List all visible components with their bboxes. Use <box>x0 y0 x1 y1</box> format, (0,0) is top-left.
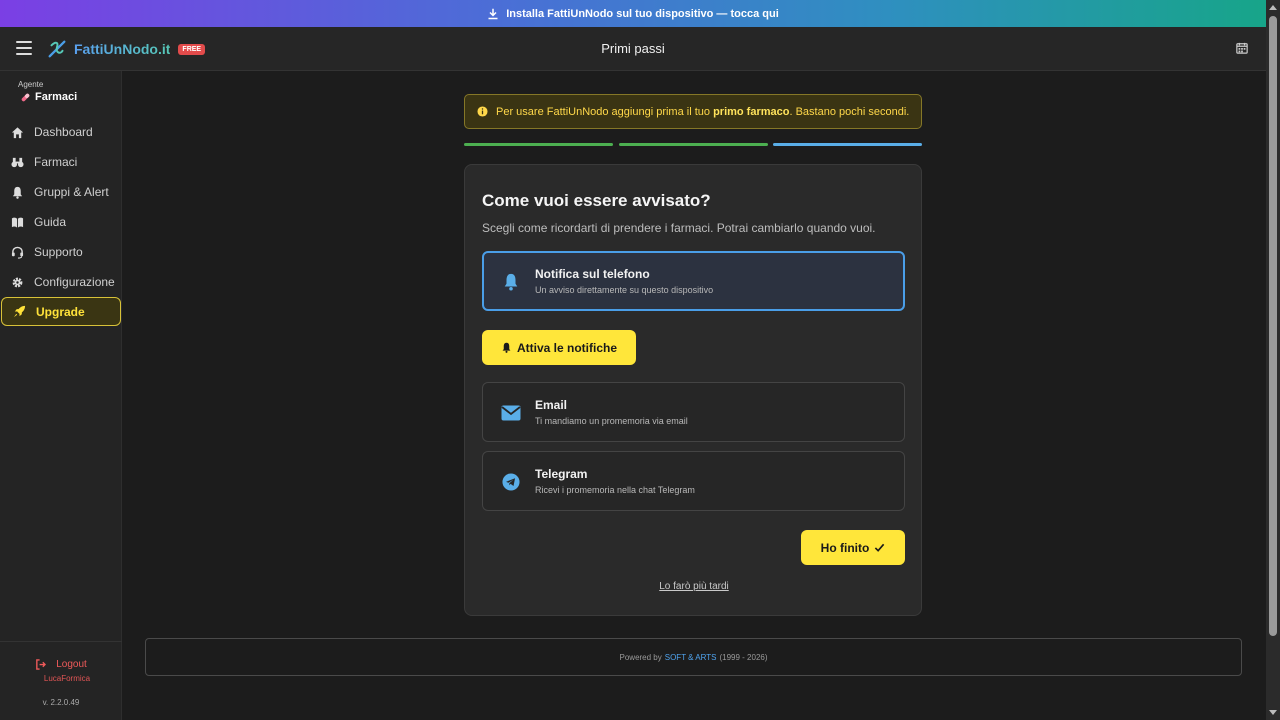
sidebar-item-label: Gruppi & Alert <box>34 185 109 199</box>
logo[interactable]: FattiUnNodo.it FREE <box>46 38 206 60</box>
app-version: v. 2.2.0.49 <box>42 698 80 707</box>
sidebar-item-label: Configurazione <box>34 275 115 289</box>
enable-notifications-label: Attiva le notifiche <box>516 340 617 355</box>
alert-text-bold: primo farmaco <box>713 105 790 118</box>
install-banner-text: Installa FattiUnNodo sul tuo dispositivo… <box>506 7 779 20</box>
top-bar: FattiUnNodo.it FREE Primi passi <box>0 27 1266 71</box>
sidebar-item-label: Farmaci <box>34 155 78 169</box>
footer-years: (1999 - 2026) <box>719 652 768 662</box>
sidebar-nav: Dashboard Farmaci Gruppi & Alert Guida S… <box>0 117 122 326</box>
progress-step <box>618 143 768 146</box>
book-icon <box>11 217 24 228</box>
bell-icon <box>504 273 518 291</box>
option-description: Ti mandiamo un promemoria via email <box>535 416 688 426</box>
option-description: Un avviso direttamente su questo disposi… <box>535 285 714 295</box>
info-icon <box>477 106 488 117</box>
pill-icon <box>21 93 30 101</box>
hamburger-line <box>16 47 32 49</box>
logout-button[interactable]: Logout <box>0 659 122 670</box>
sidebar-item-supporto[interactable]: Supporto <box>0 237 122 267</box>
agent-label: Agente <box>18 80 44 89</box>
scroll-up-icon[interactable] <box>1269 5 1277 10</box>
sidebar: Agente Farmaci Dashboard Farmaci Gruppi … <box>0 71 122 720</box>
done-label: Ho finito <box>820 540 870 555</box>
install-banner[interactable]: Installa FattiUnNodo sul tuo dispositivo… <box>0 0 1266 27</box>
option-title: Telegram <box>535 467 588 481</box>
footer-brand-link[interactable]: SOFT & ARTS <box>665 653 717 662</box>
menu-toggle-button[interactable] <box>16 41 32 55</box>
sidebar-item-configurazione[interactable]: Configurazione <box>0 267 122 297</box>
plan-badge: FREE <box>178 43 206 55</box>
hamburger-icon <box>16 41 32 43</box>
bell-icon <box>12 186 23 199</box>
option-description: Ricevi i promemoria nella chat Telegram <box>535 485 695 495</box>
logout-label: Logout <box>56 659 87 670</box>
sidebar-item-upgrade[interactable]: Upgrade <box>1 297 121 326</box>
card-subtitle: Scegli come ricordarti di prendere i far… <box>482 221 876 235</box>
username: LucaFormica <box>43 674 91 683</box>
scroll-thumb[interactable] <box>1269 16 1277 636</box>
knot-logo-icon <box>48 40 66 58</box>
page-footer: Powered by SOFT & ARTS (1999 - 2026) <box>145 638 1242 676</box>
page-scrollbar[interactable] <box>1266 0 1280 720</box>
progress-step <box>464 143 613 146</box>
gear-icon <box>12 277 23 287</box>
telegram-icon <box>502 473 520 491</box>
progress-step <box>773 143 922 146</box>
logo-text: FattiUnNodo.it <box>74 41 171 57</box>
alert-text-before: Per usare FattiUnNodo aggiungi prima il … <box>496 105 714 118</box>
sidebar-item-label: Dashboard <box>34 125 93 139</box>
sidebar-item-label: Supporto <box>34 245 83 259</box>
sidebar-item-guida[interactable]: Guida <box>0 207 122 237</box>
binoculars-icon <box>11 157 24 167</box>
alert-text: Per usare FattiUnNodo aggiungi prima il … <box>496 106 909 118</box>
rocket-icon <box>13 305 26 318</box>
bell-icon <box>502 342 511 353</box>
sidebar-item-dashboard[interactable]: Dashboard <box>0 117 122 147</box>
option-telegram[interactable]: Telegram Ricevi i promemoria nella chat … <box>482 451 905 511</box>
card-title: Come vuoi essere avvisato? <box>482 191 711 210</box>
agent-selector[interactable]: Farmaci <box>20 91 77 103</box>
option-title: Email <box>535 398 568 412</box>
sidebar-item-farmaci[interactable]: Farmaci <box>0 147 122 177</box>
sidebar-item-label: Upgrade <box>36 304 85 319</box>
option-phone-notification[interactable]: Notifica sul telefono Un avviso direttam… <box>482 251 905 311</box>
headset-icon <box>11 246 24 259</box>
done-button[interactable]: Ho finito <box>801 530 905 565</box>
alert-text-after: . Bastano pochi secondi. <box>789 105 910 118</box>
option-email[interactable]: Email Ti mandiamo un promemoria via emai… <box>482 382 905 442</box>
enable-notifications-button[interactable]: Attiva le notifiche <box>482 330 636 365</box>
home-icon <box>11 126 24 138</box>
download-icon <box>488 8 498 19</box>
check-icon <box>875 543 885 552</box>
calendar-icon[interactable] <box>1236 42 1248 54</box>
hamburger-line <box>16 53 32 55</box>
scroll-down-icon[interactable] <box>1269 710 1277 715</box>
footer-prefix: Powered by <box>619 652 662 662</box>
agent-name: Farmaci <box>35 91 78 103</box>
option-title: Notifica sul telefono <box>535 267 650 281</box>
envelope-icon <box>501 405 521 421</box>
logout-icon <box>36 659 47 670</box>
sidebar-footer: Logout LucaFormica v. 2.2.0.49 <box>0 641 122 707</box>
sidebar-item-label: Guida <box>34 215 67 229</box>
onboarding-card: Come vuoi essere avvisato? Scegli come r… <box>464 164 922 616</box>
sidebar-item-gruppi-alert[interactable]: Gruppi & Alert <box>0 177 122 207</box>
skip-later-link[interactable]: Lo farò più tardi <box>465 581 923 592</box>
info-alert: Per usare FattiUnNodo aggiungi prima il … <box>464 94 922 129</box>
